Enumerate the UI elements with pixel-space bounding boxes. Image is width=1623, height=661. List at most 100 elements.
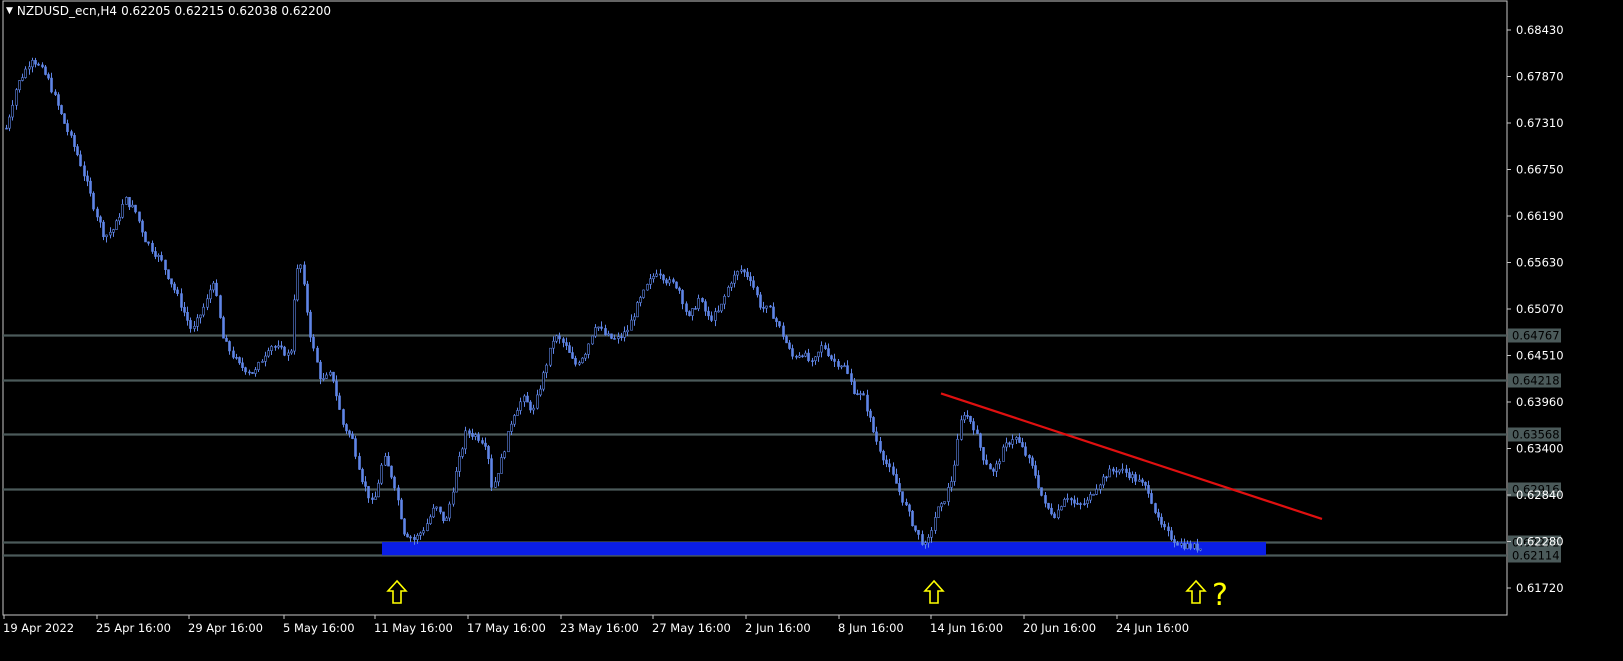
candle-body: [1183, 543, 1186, 549]
candle-body: [523, 395, 526, 403]
candle-body: [668, 279, 671, 284]
candle-body: [244, 367, 247, 373]
candle-body: [1134, 474, 1137, 482]
candle-body: [892, 466, 895, 475]
candle-body: [659, 273, 662, 276]
candle-body: [801, 355, 804, 358]
candle-body: [976, 429, 979, 434]
y-tick-label: 0.68430: [1516, 23, 1564, 37]
candle-body: [917, 529, 920, 535]
candle-body: [189, 320, 192, 329]
candle-body: [1176, 542, 1179, 546]
candle-body: [875, 431, 878, 442]
candle-body: [740, 269, 743, 272]
candle-body: [241, 362, 244, 368]
candle-body: [507, 431, 510, 453]
candle-body: [96, 208, 99, 218]
candle-body: [846, 365, 849, 374]
candle-body: [138, 211, 141, 222]
candle-body: [714, 311, 717, 321]
candle-body: [264, 355, 267, 362]
candle-body: [92, 192, 95, 210]
candle-body: [83, 165, 86, 177]
ohlc-values: 0.62205 0.62215 0.62038 0.62200: [121, 4, 331, 18]
candle-body: [380, 464, 383, 484]
candle-body: [762, 307, 765, 309]
candle-body: [209, 289, 212, 300]
candle-body: [89, 180, 92, 194]
candle-body: [309, 311, 312, 338]
candle-body: [332, 371, 335, 382]
candle-body: [623, 331, 626, 338]
candle-body: [455, 471, 458, 493]
candle-body: [998, 461, 1001, 465]
candle-body: [374, 496, 377, 500]
candle-body: [1005, 442, 1008, 448]
candle-body: [335, 380, 338, 397]
candle-body: [882, 450, 885, 461]
candle-body: [862, 393, 865, 396]
candle-body: [820, 345, 823, 353]
price-chart[interactable]: 0.647670.642180.635680.629160.622720.621…: [0, 0, 1623, 661]
candle-body: [358, 456, 361, 470]
level-price-label: 0.62114: [1512, 549, 1560, 563]
candle-body: [497, 473, 500, 483]
candle-body: [746, 271, 749, 277]
candle-body: [791, 348, 794, 357]
candle-body: [769, 305, 772, 308]
candle-body: [675, 281, 678, 289]
candle-body: [626, 329, 629, 333]
candle-body: [144, 231, 147, 243]
candle-body: [28, 66, 31, 70]
candle-body: [1102, 476, 1105, 486]
candle-body: [1040, 487, 1043, 496]
candle-body: [966, 415, 969, 417]
candle-body: [681, 290, 684, 305]
candle-body: [866, 394, 869, 412]
candle-body: [76, 146, 79, 156]
triangle-down-icon[interactable]: ▼: [6, 6, 13, 16]
x-tick-label: 29 Apr 16:00: [188, 621, 263, 635]
candle-body: [960, 419, 963, 440]
candle-body: [60, 105, 63, 115]
candle-body: [581, 357, 584, 364]
candle-body: [202, 306, 205, 316]
candle-body: [901, 491, 904, 503]
candle-body: [157, 255, 160, 257]
y-tick-label: 0.62840: [1516, 488, 1564, 502]
candle-body: [519, 401, 522, 411]
candle-body: [1063, 499, 1066, 507]
candle-body: [646, 284, 649, 291]
candle-body: [584, 354, 587, 359]
candle-body: [225, 337, 228, 342]
candle-body: [562, 338, 565, 343]
candle-body: [1011, 439, 1014, 445]
candle-body: [147, 241, 150, 244]
candle-body: [199, 314, 202, 319]
candle-body: [274, 346, 277, 348]
candle-body: [1141, 479, 1144, 483]
candle-body: [927, 536, 930, 544]
candle-body: [1170, 530, 1173, 540]
candle-body: [141, 220, 144, 233]
candle-body: [57, 94, 60, 106]
candle-body: [642, 289, 645, 298]
candle-body: [481, 440, 484, 444]
candle-body: [856, 393, 859, 395]
candle-body: [54, 91, 57, 95]
candle-body: [41, 64, 44, 68]
candle-body: [710, 315, 713, 321]
candle-body: [1154, 503, 1157, 513]
candle-body: [1028, 455, 1031, 459]
support-zone[interactable]: [382, 542, 1266, 556]
candle-body: [1150, 493, 1153, 504]
candle-body: [969, 415, 972, 422]
candle-body: [908, 504, 911, 512]
candle-body: [238, 357, 241, 364]
candle-body: [1144, 482, 1147, 486]
candle-body: [21, 77, 24, 81]
candle-body: [8, 116, 11, 129]
x-tick-label: 24 Jun 16:00: [1116, 621, 1189, 635]
candle-body: [18, 80, 21, 91]
candle-body: [193, 325, 196, 329]
